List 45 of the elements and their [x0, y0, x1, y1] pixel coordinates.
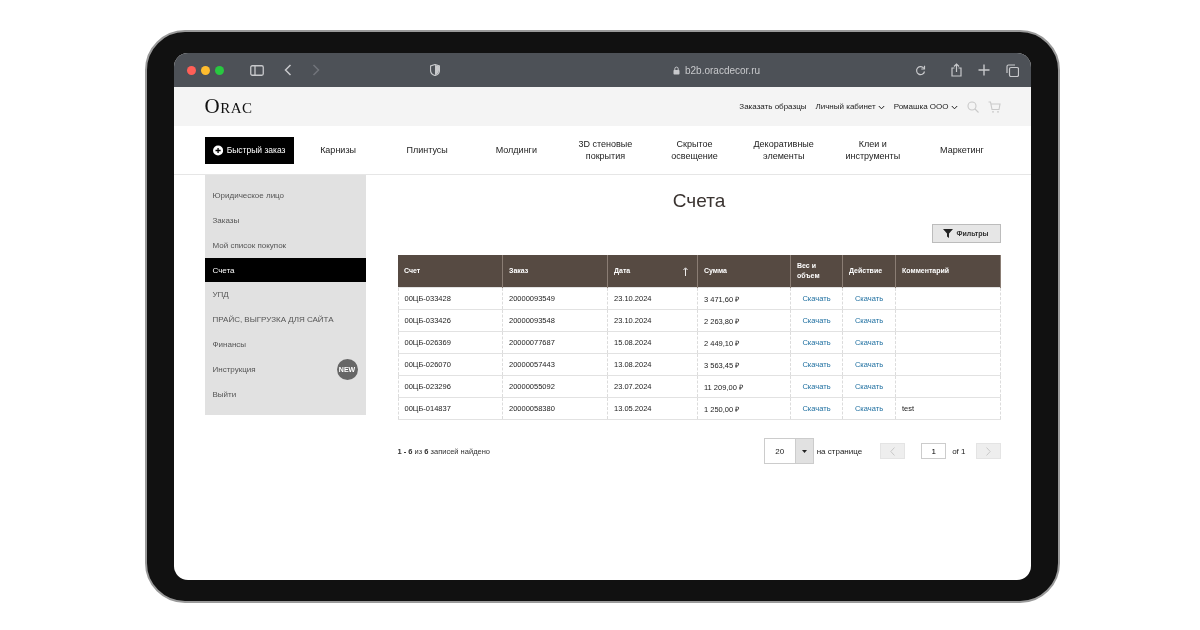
page-title: Счета: [671, 190, 727, 212]
sidebar-item[interactable]: Счета: [204, 258, 366, 282]
url-text[interactable]: b2b.oracdecor.ru: [684, 64, 761, 76]
lock-icon: [672, 65, 680, 75]
chevron-left-icon: [890, 446, 896, 456]
reload-icon[interactable]: [914, 64, 926, 76]
nav-link[interactable]: Скрытое освещение: [650, 138, 740, 162]
sidebar-item[interactable]: Юридическое лицо: [204, 183, 366, 208]
nav-link[interactable]: 3D стеновые покрытия: [560, 138, 650, 162]
nav-link[interactable]: Клеи и инструменты: [828, 138, 918, 162]
per-page-label: на странице: [816, 446, 863, 456]
back-icon[interactable]: [283, 64, 292, 76]
header-link[interactable]: Заказать образцы: [739, 102, 807, 111]
sidebar-item[interactable]: УПД: [204, 282, 366, 307]
sidebar-item-label: Инструкция: [212, 365, 256, 374]
tabs-icon[interactable]: [1005, 63, 1019, 77]
sort-up-icon: [683, 267, 688, 276]
sidebar-item[interactable]: ПРАЙС, ВЫГРУЗКА ДЛЯ САЙТА: [204, 307, 366, 332]
chevron-down-icon: [950, 104, 958, 110]
caret-icon: [801, 449, 807, 453]
logo[interactable]: ORAC: [204, 94, 253, 119]
sidebar-item[interactable]: Выйти: [204, 382, 366, 407]
share-icon[interactable]: [950, 63, 962, 77]
nav-link[interactable]: Молдинги: [471, 144, 561, 156]
header-link[interactable]: Личный кабинет: [815, 102, 885, 111]
plus-circle-icon: [212, 144, 223, 156]
funnel-icon: [943, 229, 954, 238]
plus-icon[interactable]: [977, 64, 990, 76]
nav-link[interactable]: Маркетинг: [917, 144, 1007, 156]
sidebar-item[interactable]: Финансы: [204, 332, 366, 357]
per-page-select[interactable]: 20: [763, 438, 814, 464]
nav-link[interactable]: Карнизы: [293, 144, 383, 156]
nav-link[interactable]: Плинтусы: [382, 144, 472, 156]
chevron-down-icon: [877, 104, 885, 110]
shield-icon[interactable]: [429, 64, 440, 76]
header-link[interactable]: Ромашка ООО: [893, 102, 958, 111]
page-count: of 1: [952, 446, 966, 456]
nav-link[interactable]: Декоративные элементы: [739, 138, 829, 162]
sidebar-item[interactable]: Мой список покупок: [204, 233, 366, 258]
sidebar-item[interactable]: Заказы: [204, 208, 366, 233]
per-page-value: 20: [774, 445, 786, 458]
chevron-right-icon: [985, 446, 991, 456]
page-number-field[interactable]: 1: [921, 443, 947, 459]
quick-order-button[interactable]: Быстрый заказ: [204, 136, 294, 164]
sidebar-icon[interactable]: [249, 64, 264, 76]
